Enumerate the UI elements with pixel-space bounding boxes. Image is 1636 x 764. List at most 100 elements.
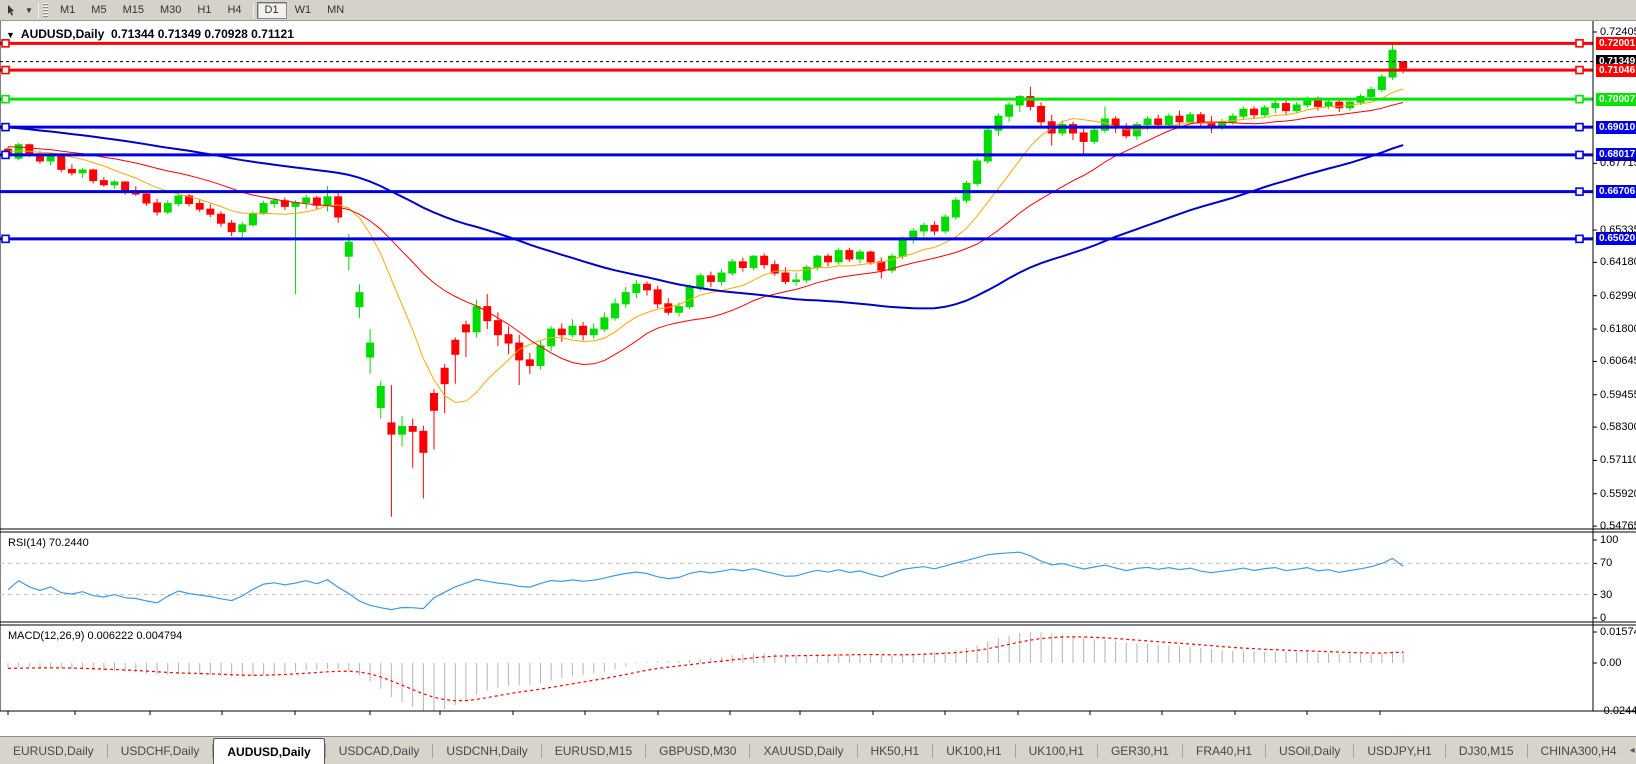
chart-tab-china300-h4[interactable]: CHINA300,H4 (1528, 737, 1630, 764)
timeframe-button-mn[interactable]: MN (319, 2, 352, 19)
chart-tab-usdchf-daily[interactable]: USDCHF,Daily (108, 737, 213, 764)
chart-title: ▼AUDUSD,Daily 0.71344 0.71349 0.70928 0.… (6, 27, 294, 41)
timeframe-buttons: M1M5M15M30H1H4 D1W1MN (52, 2, 352, 19)
hline-price-label: 0.72001 (1596, 37, 1636, 50)
candle-body (26, 145, 33, 154)
candle-body (100, 181, 107, 185)
candle-body (558, 329, 565, 335)
chart-tab-eurusd-daily[interactable]: EURUSD,Daily (0, 737, 107, 764)
chart-tab-hk50-h1[interactable]: HK50,H1 (858, 737, 933, 764)
candle-body (122, 182, 129, 191)
candle-body (409, 427, 416, 432)
timeframe-button-h1[interactable]: H1 (189, 2, 219, 19)
price-tick-label: 0.64180 (1600, 256, 1636, 268)
price-tick-label: 0.67715 (1600, 157, 1636, 169)
hline-anchor[interactable] (1576, 235, 1583, 242)
hline-anchor[interactable] (2, 235, 9, 242)
candle-body (899, 239, 906, 256)
chart-tab-fra40-h1[interactable]: FRA40,H1 (1183, 737, 1265, 764)
hline-anchor[interactable] (2, 67, 9, 74)
chart-tab-uk100-h1[interactable]: UK100,H1 (933, 737, 1014, 764)
toolbar-separator (253, 3, 254, 18)
chart-tab-ger30-h1[interactable]: GER30,H1 (1098, 737, 1182, 764)
candle-body (601, 318, 608, 329)
price-tick-label: 0.55920 (1600, 488, 1636, 500)
hline-anchor[interactable] (1576, 67, 1583, 74)
candle-body (654, 290, 661, 304)
periods-dropdown-icon[interactable]: ▼ (23, 2, 35, 19)
hline-anchor[interactable] (1576, 96, 1583, 103)
candle-body (1155, 119, 1162, 125)
ohlc-open: 0.71344 (111, 27, 154, 41)
chart-tab-dj30-m15[interactable]: DJ30,M15 (1446, 737, 1527, 764)
timeframe-button-d1[interactable]: D1 (257, 2, 287, 19)
chart-tab-usoil-daily[interactable]: USOil,Daily (1266, 737, 1353, 764)
hline-anchor[interactable] (2, 96, 9, 103)
tab-scroll-left-icon[interactable]: ◂ (1630, 745, 1635, 756)
price-tick-label: 0.59455 (1600, 389, 1636, 401)
candle-body (952, 200, 959, 217)
price-pane[interactable] (5, 43, 1407, 516)
candle-body (207, 209, 214, 214)
candle-body (1038, 106, 1045, 121)
candle-body (580, 326, 587, 334)
chart-tab-gbpusd-m30[interactable]: GBPUSD,M30 (646, 737, 749, 764)
candle-body (867, 252, 874, 262)
candle-body (79, 170, 86, 173)
chart-area[interactable]: ▼AUDUSD,Daily 0.71344 0.71349 0.70928 0.… (0, 21, 1636, 736)
price-tick-label: 0.54765 (1600, 520, 1636, 532)
chart-tab-audusd-daily[interactable]: AUDUSD,Daily (213, 738, 324, 764)
hline-price-label: 0.71046 (1596, 64, 1636, 77)
chart-symbol: AUDUSD,Daily (21, 27, 104, 41)
timeframe-button-m1[interactable]: M1 (52, 2, 83, 19)
candle-body (1144, 119, 1151, 125)
hline-anchor[interactable] (2, 151, 9, 158)
hline-anchor[interactable] (1576, 151, 1583, 158)
candle-body (58, 157, 65, 170)
chart-tab-usdcnh-daily[interactable]: USDCNH,Daily (433, 737, 540, 764)
chart-title-dropdown-icon[interactable]: ▼ (6, 30, 15, 40)
candle-body (1283, 104, 1290, 111)
macd-scale-label: -0.024412 (1600, 705, 1636, 717)
ma-fast-line (8, 89, 1403, 403)
price-tick-label: 0.65335 (1600, 224, 1636, 236)
chart-tab-uk100-h1[interactable]: UK100,H1 (1016, 737, 1097, 764)
candle-body (974, 161, 981, 183)
timeframe-button-m15[interactable]: M15 (115, 2, 152, 19)
candle-body (729, 262, 736, 273)
candle-body (697, 276, 704, 287)
candle-body (644, 284, 651, 290)
candle-body (622, 293, 629, 304)
chart-tab-usdjpy-h1[interactable]: USDJPY,H1 (1354, 737, 1444, 764)
chart-tab-usdcad-daily[interactable]: USDCAD,Daily (326, 737, 433, 764)
candle-body (324, 197, 331, 205)
candle-body (750, 256, 757, 267)
hline-anchor[interactable] (1576, 188, 1583, 195)
chart-tab-xauusd-daily[interactable]: XAUUSD,Daily (750, 737, 856, 764)
candle-body (90, 170, 97, 181)
timeframe-button-w1[interactable]: W1 (287, 2, 320, 19)
toolbar-separator (38, 3, 39, 18)
toolbar-grip-handle[interactable] (43, 3, 48, 18)
candle-body (1272, 104, 1279, 108)
hline-anchor[interactable] (1576, 124, 1583, 131)
hline-anchor[interactable] (1576, 40, 1583, 47)
candle-body (1378, 77, 1385, 90)
chart-tab-eurusd-m15[interactable]: EURUSD,M15 (542, 737, 645, 764)
candle-body (707, 276, 714, 282)
timeframe-button-m5[interactable]: M5 (83, 2, 114, 19)
timeframe-toolbar: ▼ M1M5M15M30H1H4 D1W1MN (0, 0, 1636, 21)
periods-icon[interactable] (3, 2, 23, 19)
candle-body (462, 325, 469, 332)
macd-scale-label: 0.015741 (1600, 626, 1636, 638)
candle-body (377, 386, 384, 407)
hline-anchor[interactable] (2, 124, 9, 131)
timeframe-button-h4[interactable]: H4 (219, 2, 249, 19)
candle-body (143, 194, 150, 203)
timeframe-button-m30[interactable]: M30 (152, 2, 189, 19)
candle-body (505, 335, 512, 343)
mt4-window: ▼ M1M5M15M30H1H4 D1W1MN ▼ AUDUSD,Daily 0.7… (0, 0, 1636, 764)
candle-body (814, 256, 821, 267)
chart-canvas[interactable] (0, 21, 1636, 736)
ma-mid-line (8, 103, 1403, 365)
